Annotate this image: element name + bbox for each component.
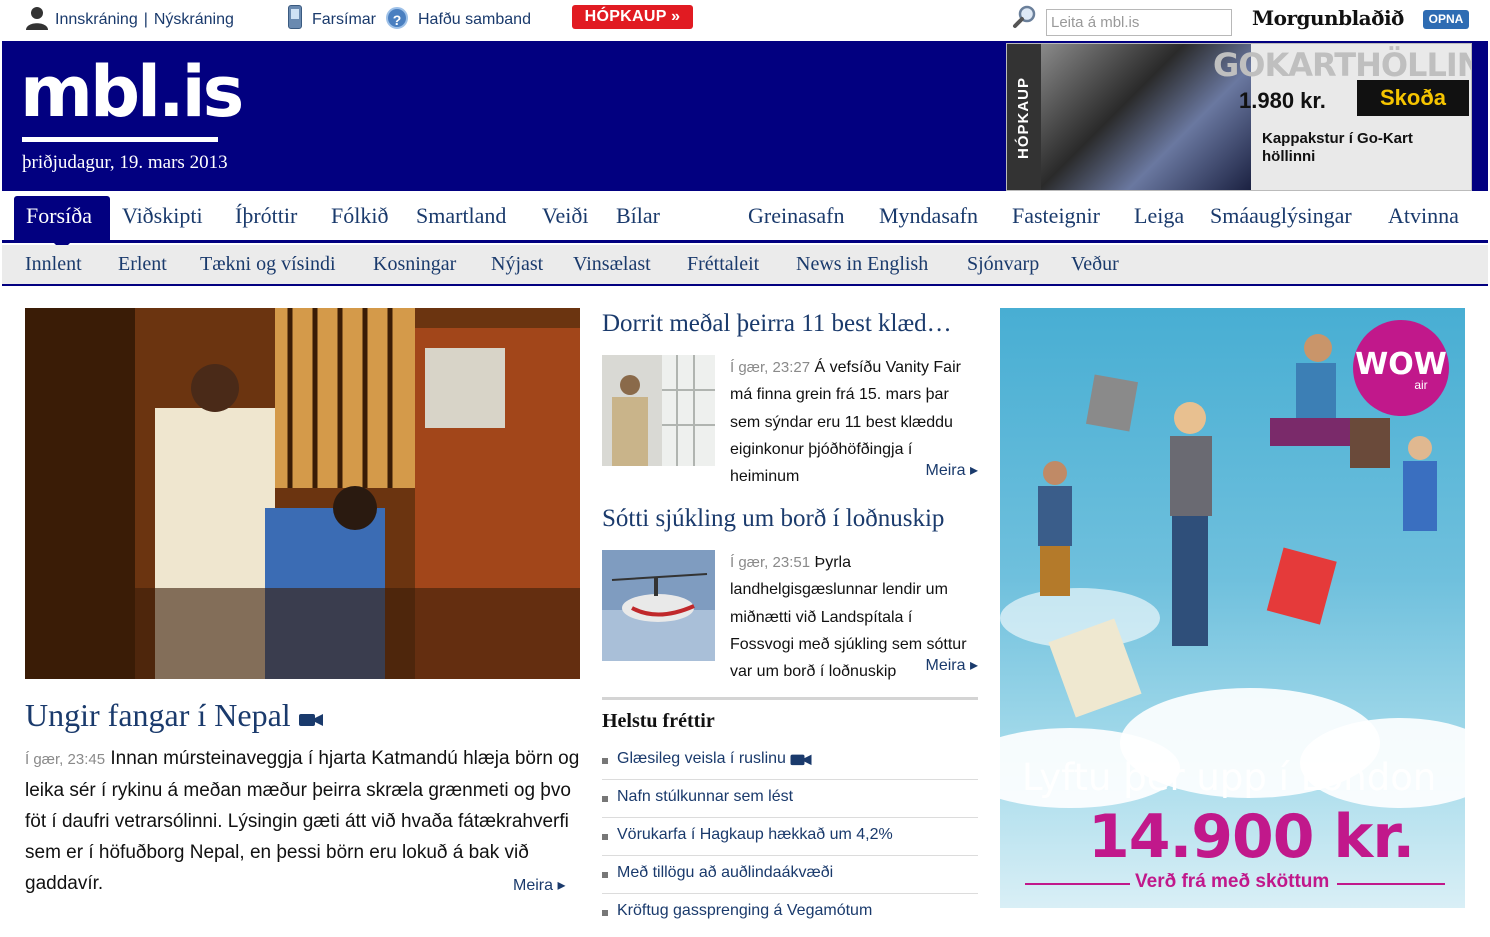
search-input[interactable] <box>1046 9 1232 36</box>
top-news-list: Glæsileg veisla í ruslinu Nafn stúlkunna… <box>602 742 978 932</box>
video-camera-icon <box>298 713 323 726</box>
subnav-news-in-english[interactable]: News in English <box>796 253 928 276</box>
wow-ad-tagline: Lyftu þér upp í London <box>1022 756 1437 799</box>
lead-photo-illustration <box>25 308 580 679</box>
header-ad-side-label: HÓPKAUP <box>1007 44 1041 190</box>
story-thumbnail[interactable] <box>602 550 715 661</box>
top-news-link[interactable]: Glæsileg veisla í ruslinu <box>617 750 786 767</box>
nav-tab-folkid[interactable]: Fólkið <box>331 203 388 229</box>
story-more-label[interactable]: Meira <box>926 657 966 674</box>
header-ad-desc-line2: höllinni <box>1262 148 1316 165</box>
header-ad-cta-button[interactable]: Skoða <box>1357 80 1469 116</box>
top-news-link[interactable]: Kröftug gassprenging á Vegamótum <box>617 902 872 919</box>
nav-tab-myndasafn[interactable]: Myndasafn <box>879 203 978 229</box>
header-ad-desc-line1: Kappakstur í Go-Kart <box>1262 130 1413 147</box>
lead-timestamp: Í gær, 23:45 <box>25 751 106 768</box>
lead-body-text: Innan múrsteinaveggja í hjarta Katmandú … <box>25 748 580 894</box>
story-more-link[interactable]: Meira ▸ <box>917 460 978 480</box>
nav-tab-atvinna[interactable]: Atvinna <box>1388 203 1459 229</box>
subnav-taekni[interactable]: Tækni og vísindi <box>200 253 336 276</box>
nav-tab-forsida[interactable]: Forsíða <box>14 196 110 251</box>
nav-tab-smartland[interactable]: Smartland <box>416 203 506 229</box>
top-news-link[interactable]: Með tillögu að auðlindaákvæði <box>617 864 833 881</box>
arrow-right-icon: ▸ <box>969 657 978 674</box>
wow-air-logo: WOW air <box>1353 320 1449 416</box>
header-ad-banner[interactable]: HÓPKAUP GOKARTHÖLLIN 1.980 kr. Skoða Kap… <box>1006 43 1472 191</box>
help-icon: ? <box>386 7 408 29</box>
subnav-frettaleit[interactable]: Fréttaleit <box>687 253 759 276</box>
arrow-right-icon: ▸ <box>557 877 566 894</box>
opna-badge[interactable]: OPNA <box>1423 10 1469 29</box>
contact-link[interactable]: Hafðu samband <box>418 11 531 29</box>
subnav-innlent[interactable]: Innlent <box>25 253 82 276</box>
wow-ad-price: 14.900 kr. <box>1088 802 1415 872</box>
morgunbladid-logo[interactable]: Morgunblaðið <box>1252 6 1404 30</box>
nav-tab-veidi[interactable]: Veiði <box>542 203 588 229</box>
login-link[interactable]: Innskráning <box>55 11 138 28</box>
nav-tab-fasteignir[interactable]: Fasteignir <box>1012 203 1100 229</box>
list-item[interactable]: Með tillögu að auðlindaákvæði <box>602 856 978 894</box>
nav-tab-vidskipti[interactable]: Viðskipti <box>122 203 203 229</box>
list-item[interactable]: Vörukarfa í Hagkaup hækkað um 4,2% <box>602 818 978 856</box>
sub-nav: Innlent Erlent Tækni og vísindi Kosninga… <box>2 245 1488 286</box>
mobile-link[interactable]: Farsímar <box>312 11 376 29</box>
subnav-vinsaelast[interactable]: Vinsælast <box>573 253 651 276</box>
header-ad-price: 1.980 kr. <box>1239 88 1326 113</box>
story-timestamp: Í gær, 23:51 <box>730 554 811 571</box>
subnav-nyjast[interactable]: Nýjast <box>491 253 543 276</box>
top-news-title: Helstu fréttir <box>602 710 715 732</box>
mobile-phone-icon <box>288 5 302 29</box>
subnav-vedur[interactable]: Veður <box>1071 253 1119 276</box>
search-icon[interactable] <box>1012 4 1038 30</box>
nav-tab-leiga[interactable]: Leiga <box>1134 203 1184 229</box>
site-logo[interactable]: mbl.is <box>20 47 244 137</box>
story-card: Dorrit meðal þeirra 11 best klæd… Í gær,… <box>602 310 978 500</box>
lead-headline-text[interactable]: Ungir fangar í Nepal <box>25 697 291 733</box>
main-nav: Forsíða Viðskipti Íþróttir Fólkið Smartl… <box>2 191 1488 251</box>
current-date: þriðjudagur, 19. mars 2013 <box>22 152 228 173</box>
site-header: mbl.is þriðjudagur, 19. mars 2013 HÓPKAU… <box>2 41 1488 191</box>
story-thumbnail[interactable] <box>602 355 715 466</box>
user-icon <box>26 7 48 30</box>
lead-more-link[interactable]: Meira ▸ <box>513 875 566 895</box>
wow-ad-subtext: Verð frá með sköttum <box>1135 871 1330 892</box>
subnav-kosningar[interactable]: Kosningar <box>373 253 456 276</box>
list-item[interactable]: Glæsileg veisla í ruslinu <box>602 742 978 780</box>
top-utility-bar: Innskráning | Nýskráning Farsímar ? Hafðu … <box>0 0 1490 40</box>
story-timestamp: Í gær, 23:27 <box>730 359 811 376</box>
wow-air-ad[interactable]: WOW air Lyftu þér upp í London 14.900 kr… <box>1000 308 1465 908</box>
hopkaup-button[interactable]: HÓPKAUP » <box>572 5 693 29</box>
arrow-right-icon: ▸ <box>969 462 978 479</box>
nav-tab-bilar[interactable]: Bílar <box>616 203 660 229</box>
wow-ad-divider <box>1025 883 1130 885</box>
account-links: Innskráning | Nýskráning <box>55 11 234 28</box>
wow-logo-text: WOW <box>1355 347 1447 382</box>
lead-story-body: Í gær, 23:45 Innan múrsteinaveggja í hja… <box>25 743 585 899</box>
lead-story-image[interactable] <box>25 308 580 679</box>
nav-tab-smaauglysingar[interactable]: Smáauglýsingar <box>1210 203 1352 229</box>
story-headline[interactable]: Dorrit meðal þeirra 11 best klæd… <box>602 310 978 338</box>
video-camera-icon <box>790 754 812 765</box>
header-ad-title: GOKARTHÖLLIN <box>1213 46 1472 84</box>
logo-underline <box>22 137 218 142</box>
top-news-link[interactable]: Nafn stúlkunnar sem lést <box>617 788 793 805</box>
wow-ad-divider <box>1337 883 1445 885</box>
nav-tab-ithrottir[interactable]: Íþróttir <box>235 203 297 229</box>
lead-story-headline[interactable]: Ungir fangar í Nepal <box>25 697 323 734</box>
nav-tab-greinasafn[interactable]: Greinasafn <box>748 203 845 229</box>
lead-more-label[interactable]: Meira <box>513 877 553 894</box>
top-news-box: Helstu fréttir Glæsileg veisla í ruslinu… <box>602 697 978 932</box>
top-news-link[interactable]: Vörukarfa í Hagkaup hækkað um 4,2% <box>617 826 893 843</box>
subnav-sjonvarp[interactable]: Sjónvarp <box>967 253 1039 276</box>
subnav-erlent[interactable]: Erlent <box>118 253 167 276</box>
story-headline[interactable]: Sótti sjúkling um borð í loðnuskip <box>602 505 978 533</box>
list-item[interactable]: Kröftug gassprenging á Vegamótum <box>602 894 978 932</box>
story-card: Sótti sjúkling um borð í loðnuskip Í gær… <box>602 505 978 695</box>
story-more-label[interactable]: Meira <box>926 462 966 479</box>
story-more-link[interactable]: Meira ▸ <box>917 655 978 675</box>
signup-link[interactable]: Nýskráning <box>154 11 234 28</box>
list-item[interactable]: Nafn stúlkunnar sem lést <box>602 780 978 818</box>
